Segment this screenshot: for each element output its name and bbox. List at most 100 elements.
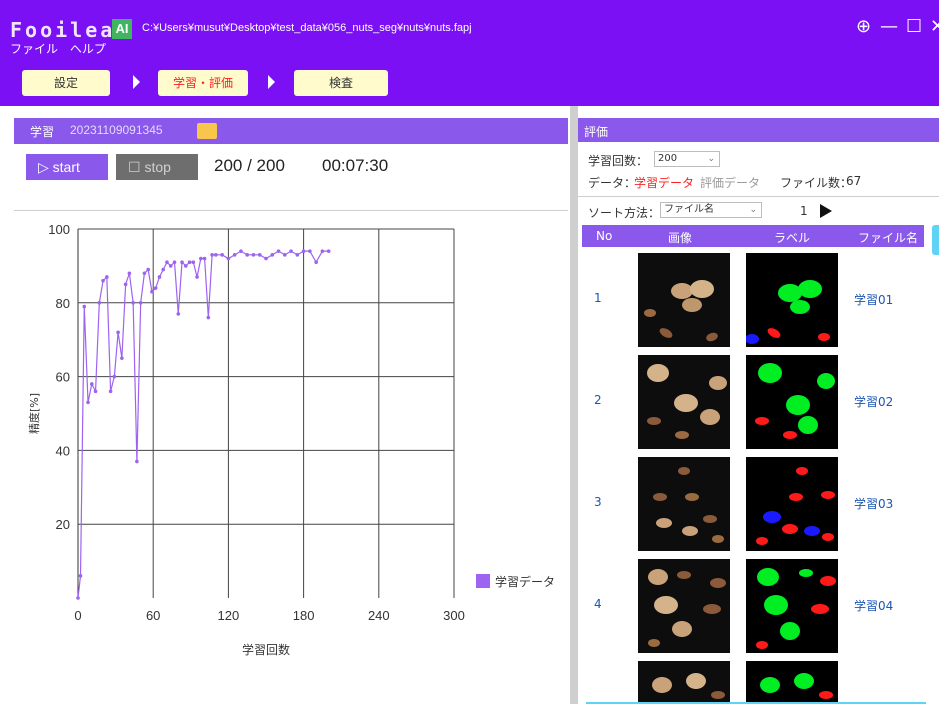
data-point xyxy=(165,260,169,265)
label-mask-thumbnail xyxy=(746,661,838,704)
nuts-image-thumbnail xyxy=(638,355,730,449)
y-tick-label: 80 xyxy=(56,296,70,311)
step-inspect-button[interactable]: 検査 xyxy=(294,70,388,96)
data-point xyxy=(289,249,293,253)
row-filename[interactable]: 学習04 xyxy=(854,597,893,614)
data-point xyxy=(93,389,98,394)
data-point xyxy=(270,253,275,257)
divider xyxy=(578,196,939,197)
globe-icon[interactable]: ⊕ xyxy=(856,16,871,38)
data-point xyxy=(172,260,177,265)
data-point xyxy=(76,596,80,600)
data-point xyxy=(257,253,262,257)
data-point xyxy=(108,389,113,394)
x-tick-label: 0 xyxy=(74,608,81,623)
data-point xyxy=(214,253,218,257)
panel-splitter[interactable] xyxy=(570,106,578,704)
start-label: start xyxy=(52,159,80,175)
sort-select-value: ファイル名 xyxy=(664,204,714,215)
column-filename: ファイル名 xyxy=(858,231,919,245)
row-filename[interactable]: 学習03 xyxy=(854,495,893,512)
menu-file[interactable]: ファイル xyxy=(10,42,58,56)
results-table-header: No 画像 ラベル ファイル名 xyxy=(582,225,924,247)
data-point xyxy=(123,282,128,287)
training-panel: 学習 20231109091345 ▷ start ☐ stop 200 / 2… xyxy=(14,118,568,704)
data-point xyxy=(161,267,166,272)
column-image: 画像 xyxy=(668,231,693,245)
close-icon[interactable]: ✕ xyxy=(930,16,939,38)
data-point xyxy=(220,253,224,257)
epoch-select[interactable]: 200 ⌄ xyxy=(654,151,720,167)
minimize-icon[interactable]: — xyxy=(880,16,898,38)
data-point xyxy=(97,301,102,305)
sort-label: ソート方法： xyxy=(588,206,661,220)
data-point xyxy=(210,253,214,257)
training-title: 学習 xyxy=(30,125,55,139)
nuts-image-thumbnail xyxy=(638,253,730,347)
label-mask-thumbnail xyxy=(746,253,838,347)
data-point xyxy=(146,267,150,272)
file-count-label: ファイル数： xyxy=(780,176,853,190)
step-settings-button[interactable]: 設定 xyxy=(22,70,110,96)
start-button[interactable]: ▷ start xyxy=(26,154,108,180)
table-row[interactable]: 4 学習04 xyxy=(582,555,924,657)
data-point xyxy=(283,253,287,257)
data-point xyxy=(295,253,300,257)
row-number: 2 xyxy=(594,393,602,407)
row-filename[interactable]: 学習01 xyxy=(854,291,893,308)
column-no: No xyxy=(596,229,613,243)
data-point xyxy=(138,301,143,305)
menu-help[interactable]: ヘルプ xyxy=(70,42,106,56)
step-train-eval-button[interactable]: 学習・評価 xyxy=(158,70,248,96)
label-mask-thumbnail xyxy=(746,559,838,653)
file-count: 67 xyxy=(846,174,862,188)
stop-label: stop xyxy=(144,159,171,175)
epoch-progress: 200 / 200 xyxy=(214,156,285,175)
training-header: 学習 20231109091345 xyxy=(14,118,568,144)
data-eval-option[interactable]: 評価データ xyxy=(700,174,760,191)
x-tick-label: 300 xyxy=(443,608,465,623)
table-row[interactable]: 2 学習02 xyxy=(582,351,924,453)
sort-select[interactable]: ファイル名 ⌄ xyxy=(660,202,762,218)
stop-button[interactable]: ☐ stop xyxy=(116,154,198,180)
data-point xyxy=(206,315,211,320)
data-point xyxy=(135,459,139,464)
data-point xyxy=(239,249,243,253)
data-point xyxy=(86,400,90,405)
training-id: 20231109091345 xyxy=(70,123,163,137)
x-tick-label: 120 xyxy=(218,608,240,623)
data-point xyxy=(105,275,109,279)
legend-label: 学習データ xyxy=(495,575,556,589)
data-point xyxy=(150,289,154,294)
data-point xyxy=(180,260,184,265)
folder-icon[interactable] xyxy=(197,123,217,139)
data-point xyxy=(78,574,83,578)
nuts-image-thumbnail xyxy=(638,661,730,704)
row-filename[interactable]: 学習02 xyxy=(854,393,893,410)
app-logo: Fooilea xyxy=(10,18,116,42)
table-row[interactable]: 3 学習03 xyxy=(582,453,924,555)
table-row[interactable] xyxy=(582,657,924,704)
accuracy-chart: 0 60 120 180 240 300 20 40 60 80 100 学習回数 精度[%] xyxy=(28,222,465,657)
data-train-option[interactable]: 学習データ xyxy=(634,174,694,191)
row-number: 4 xyxy=(594,597,602,611)
y-tick-label: 60 xyxy=(56,370,70,385)
step-arrow-icon xyxy=(133,75,140,89)
data-point xyxy=(183,264,188,268)
x-axis-label: 学習回数 xyxy=(242,642,290,657)
next-page-icon[interactable] xyxy=(820,204,832,218)
epoch-label: 学習回数： xyxy=(588,154,649,168)
scrollbar-handle[interactable] xyxy=(932,225,939,255)
data-point xyxy=(195,275,199,279)
y-axis-label: 精度[%] xyxy=(28,393,41,434)
data-point xyxy=(191,260,196,265)
data-point xyxy=(112,374,117,379)
data-point xyxy=(157,275,162,279)
menu-bar: ファイル ヘルプ xyxy=(10,40,114,57)
column-label: ラベル xyxy=(774,231,811,245)
evaluation-panel: 評価 学習回数： 200 ⌄ データ： 学習データ 評価データ ファイル数： 67… xyxy=(578,118,939,704)
maximize-icon[interactable]: ☐ xyxy=(906,16,922,38)
data-point xyxy=(314,260,318,265)
table-row[interactable]: 1 学習01 xyxy=(582,249,924,351)
data-point xyxy=(89,382,94,386)
